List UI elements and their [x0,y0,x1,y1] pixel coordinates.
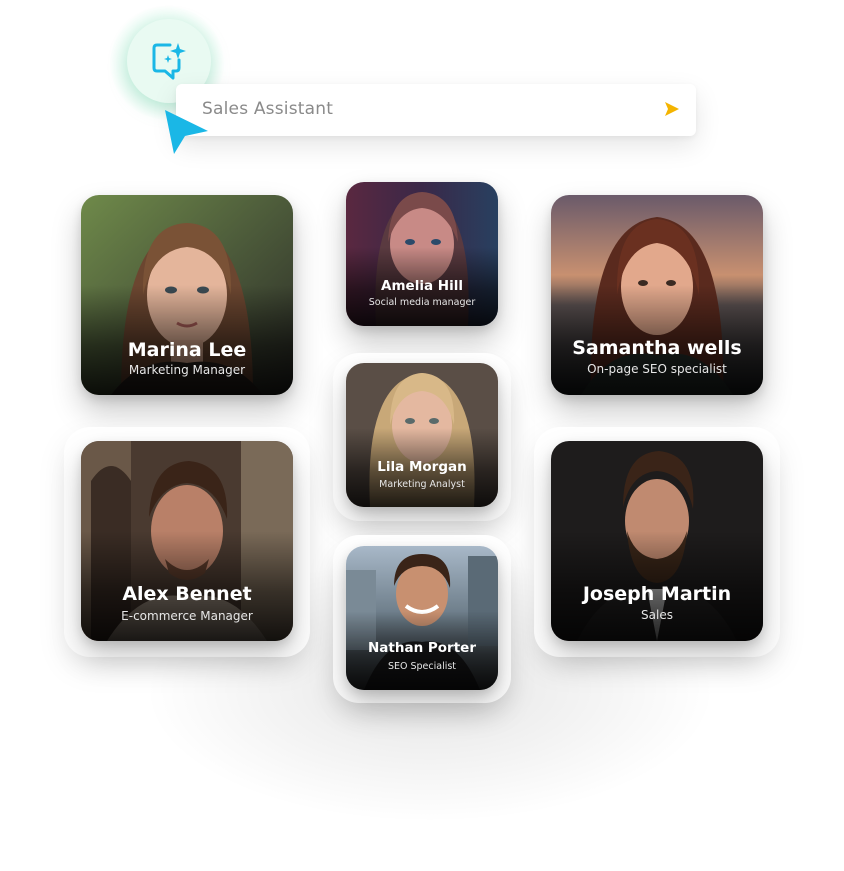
profile-card-amelia-hill[interactable]: Amelia Hill Social media manager [346,182,498,326]
profile-role: Sales [641,608,673,622]
profile-name: Joseph Martin [582,583,732,605]
search-text: Sales Assistant [202,99,334,119]
send-arrow-icon[interactable] [664,101,680,117]
pointer-cursor-icon [165,110,208,154]
profile-role: Marketing Analyst [379,479,465,490]
profile-name: Lila Morgan [377,459,467,475]
profile-role: Marketing Manager [128,363,246,377]
profile-card-lila-morgan[interactable]: Lila Morgan Marketing Analyst [346,363,498,507]
sparkle-note-icon [152,43,186,80]
profile-name: Alex Bennet [122,583,252,605]
profile-name: Samantha wells [572,337,742,359]
assistant-search-bar[interactable]: Sales Assistant [176,84,696,136]
profile-name: Nathan Porter [368,640,476,656]
profile-card-marina-lee[interactable]: Marina Lee Marketing Manager [81,195,293,395]
profile-role: Social media manager [368,297,476,308]
profile-card-nathan-porter[interactable]: Nathan Porter SEO Specialist [346,546,498,690]
profile-role: On-page SEO specialist [587,362,727,376]
profile-name: Marina Lee [127,339,247,361]
profile-card-joseph-martin[interactable]: Joseph Martin Sales [551,441,763,641]
profile-role: E-commerce Manager [121,609,253,623]
profile-card-samantha-wells[interactable]: Samantha wells On-page SEO specialist [551,195,763,395]
profile-role: SEO Specialist [387,661,457,672]
profile-card-alex-bennet[interactable]: Alex Bennet E-commerce Manager [81,441,293,641]
profile-name: Amelia Hill [381,278,463,294]
